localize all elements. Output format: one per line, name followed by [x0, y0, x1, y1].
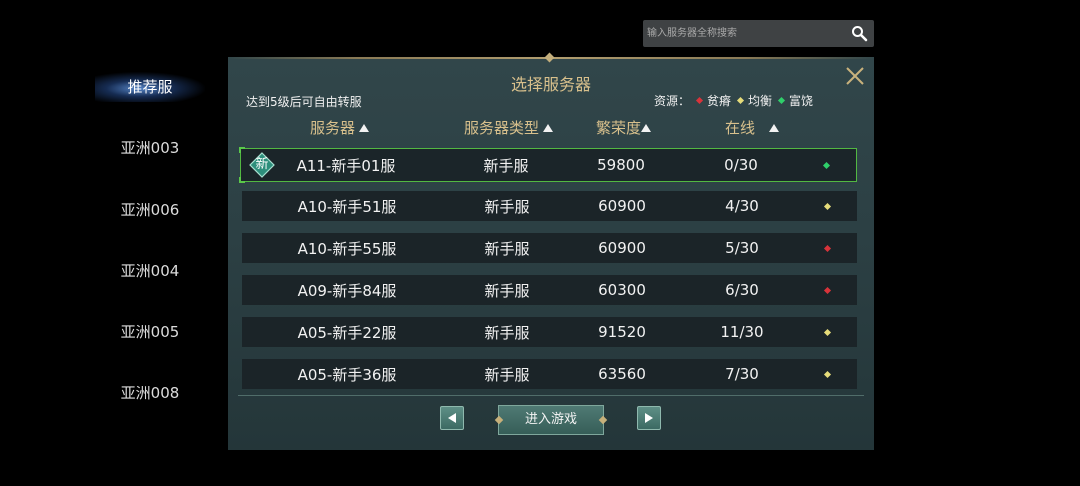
server-resource	[812, 191, 842, 221]
legend-label: 资源：	[654, 94, 691, 108]
server-online: 6/30	[725, 281, 759, 299]
sidebar-item-asia004[interactable]: 亚洲004	[95, 256, 205, 286]
column-header-server[interactable]: 服务器	[310, 118, 370, 138]
server-name: A09-新手84服	[297, 281, 397, 300]
server-type: 新手服	[484, 281, 530, 300]
server-row[interactable]: A09-新手84服 新手服 60300 6/30	[242, 275, 857, 305]
rich-diamond-icon	[822, 161, 830, 169]
barren-diamond-icon	[823, 286, 831, 294]
barren-diamond-icon	[823, 244, 831, 252]
balanced-diamond-icon	[823, 370, 831, 378]
server-row[interactable]: A05-新手22服 新手服 91520 11/30	[242, 317, 857, 347]
server-online: 7/30	[725, 365, 759, 383]
server-search-input[interactable]	[643, 20, 843, 47]
server-type: 新手服	[484, 323, 530, 342]
server-online: 0/30	[724, 156, 758, 174]
server-type: 新手服	[484, 239, 530, 258]
server-online: 11/30	[720, 323, 764, 341]
server-resource	[812, 275, 842, 305]
column-header-label: 服务器类型	[464, 119, 540, 137]
server-prosperity: 60900	[598, 197, 646, 215]
sort-up-icon	[769, 124, 780, 132]
sidebar-item-label: 亚洲004	[120, 262, 180, 280]
sort-up-icon	[543, 124, 554, 132]
column-header-prosperity[interactable]: 繁荣度	[596, 118, 652, 138]
sort-up-icon	[641, 124, 652, 132]
sidebar-item-asia008[interactable]: 亚洲008	[95, 378, 205, 408]
sidebar-item-recommended[interactable]: 推荐服	[95, 72, 205, 102]
column-header-type[interactable]: 服务器类型	[464, 118, 554, 138]
barren-diamond-icon	[695, 96, 704, 105]
sidebar-item-asia005[interactable]: 亚洲005	[95, 317, 205, 347]
server-resource	[812, 317, 842, 347]
server-prosperity: 63560	[598, 365, 646, 383]
server-prosperity: 60900	[598, 239, 646, 257]
server-row[interactable]: A05-新手36服 新手服 63560 7/30	[242, 359, 857, 389]
sidebar-item-label: 亚洲003	[120, 139, 180, 157]
balanced-diamond-icon	[823, 202, 831, 210]
server-name: A05-新手36服	[297, 365, 397, 384]
sidebar-item-asia006[interactable]: 亚洲006	[95, 195, 205, 225]
server-row[interactable]: A10-新手51服 新手服 60900 4/30	[242, 191, 857, 221]
ornament-diamond-icon	[544, 52, 555, 63]
arrow-left-icon	[448, 413, 456, 423]
server-resource	[812, 233, 842, 263]
server-type: 新手服	[483, 156, 529, 175]
server-search-box[interactable]	[643, 20, 874, 47]
server-name: A10-新手51服	[297, 197, 397, 216]
sidebar-item-label: 推荐服	[127, 78, 173, 96]
column-header-label: 服务器	[310, 119, 356, 137]
legend-balanced: 均衡	[748, 94, 773, 108]
ornament-diamond-icon	[494, 415, 504, 425]
column-header-label: 繁荣度	[596, 119, 642, 137]
resource-legend: 资源： 贫瘠 均衡 富饶	[654, 92, 813, 109]
selection-corner	[239, 177, 245, 183]
server-select-panel: 选择服务器 达到5级后可自由转服 资源： 贫瘠 均衡 富饶 服务器 服务器类型 …	[228, 52, 874, 450]
server-row[interactable]: A10-新手55服 新手服 60900 5/30	[242, 233, 857, 263]
sidebar-item-label: 亚洲006	[120, 201, 180, 219]
sidebar-item-label: 亚洲008	[120, 384, 180, 402]
sort-up-icon	[359, 124, 370, 132]
region-sidebar: 推荐服 亚洲003 亚洲006 亚洲004 亚洲005 亚洲008	[0, 60, 228, 440]
server-name: A11-新手01服	[296, 156, 396, 175]
column-header-online[interactable]: 在线	[725, 118, 780, 138]
server-prosperity: 59800	[597, 156, 645, 174]
server-name: A05-新手22服	[297, 323, 397, 342]
enter-game-button[interactable]: 进入游戏	[494, 405, 608, 435]
server-type: 新手服	[484, 197, 530, 216]
prev-page-button[interactable]	[440, 406, 464, 430]
legend-barren: 贫瘠	[707, 94, 732, 108]
search-icon[interactable]	[851, 25, 868, 42]
server-resource	[811, 149, 841, 181]
balanced-diamond-icon	[736, 96, 745, 105]
server-prosperity: 91520	[598, 323, 646, 341]
server-prosperity: 60300	[598, 281, 646, 299]
balanced-diamond-icon	[823, 328, 831, 336]
column-header-label: 在线	[725, 119, 756, 137]
server-name: A10-新手55服	[297, 239, 397, 258]
legend-rich: 富饶	[789, 94, 814, 108]
close-icon[interactable]	[843, 64, 867, 88]
transfer-hint: 达到5级后可自由转服	[246, 95, 362, 109]
list-divider	[238, 395, 864, 396]
server-type: 新手服	[484, 365, 530, 384]
server-resource	[812, 359, 842, 389]
arrow-right-icon	[645, 413, 653, 423]
ornament-diamond-icon	[598, 415, 608, 425]
server-online: 5/30	[725, 239, 759, 257]
sidebar-item-label: 亚洲005	[120, 323, 180, 341]
rich-diamond-icon	[778, 96, 786, 105]
sidebar-item-asia003[interactable]: 亚洲003	[95, 133, 205, 163]
server-online: 4/30	[725, 197, 759, 215]
enter-game-label: 进入游戏	[524, 412, 577, 427]
selection-corner	[239, 147, 245, 153]
server-row[interactable]: 新 A11-新手01服 新手服 59800 0/30	[239, 147, 857, 183]
next-page-button[interactable]	[637, 406, 661, 430]
